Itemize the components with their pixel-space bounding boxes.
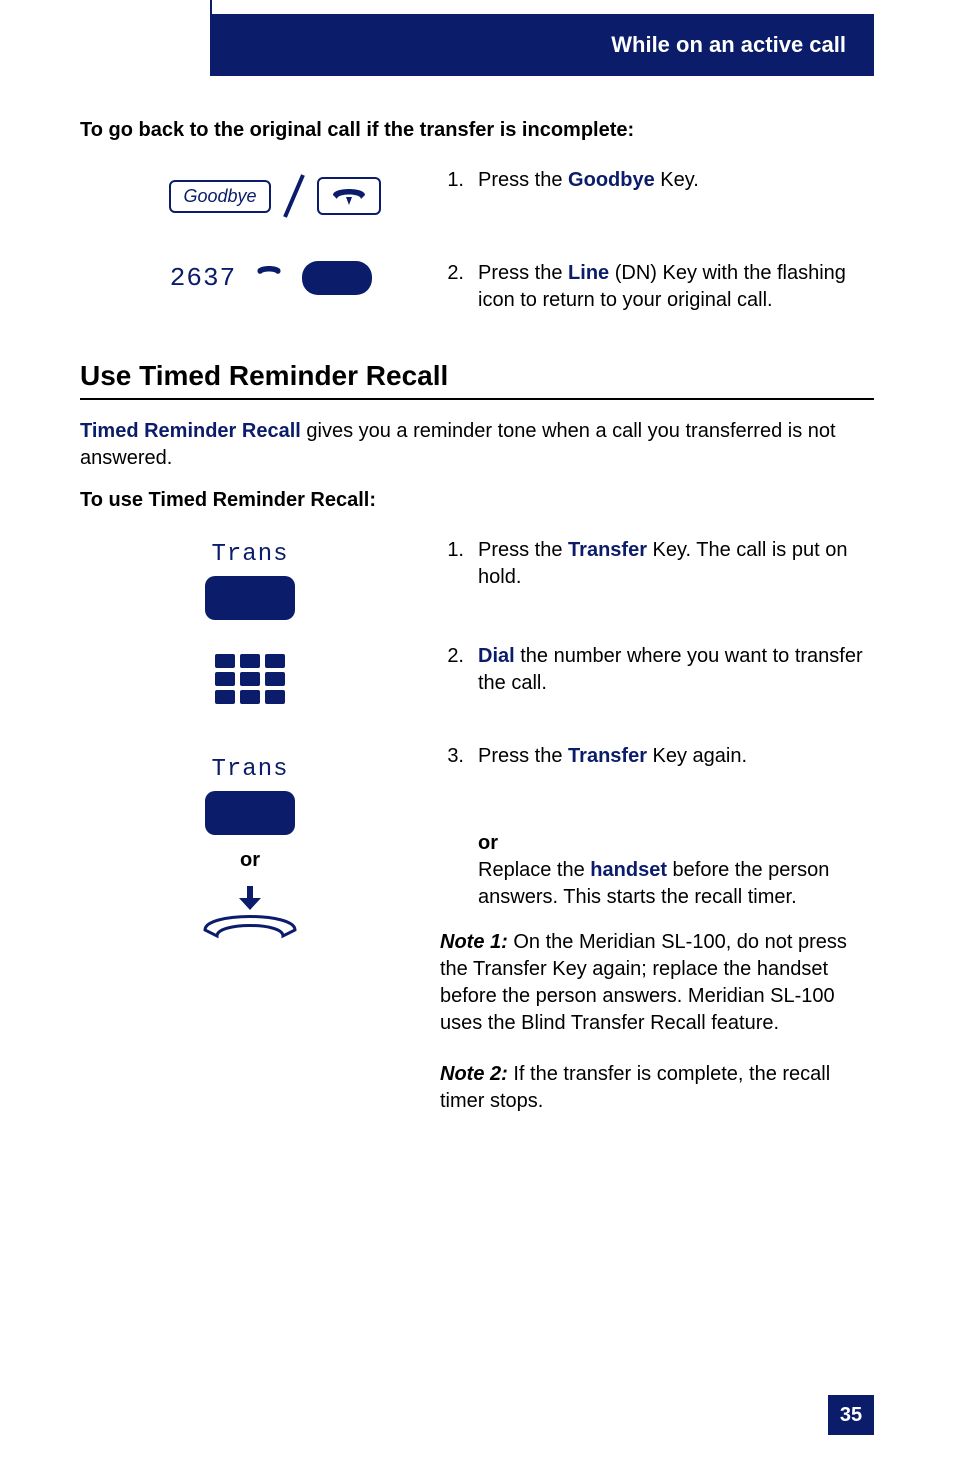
step-1-transfer: 1. Press the Transfer Key. The call is p… [440, 537, 874, 591]
trans-softkey-label-1: Trans [211, 541, 288, 568]
onhook-key-button [317, 177, 381, 215]
step-number: 3. [440, 743, 464, 770]
subsection-heading-goback: To go back to the original call if the t… [80, 118, 874, 143]
goodbye-keyword: Goodbye [568, 169, 655, 191]
step-2-dial: 2. Dial the number where you want to tra… [440, 643, 874, 697]
phone-handset-icon [254, 263, 284, 293]
handset-onhook-icon [329, 183, 369, 209]
keypad-icon [213, 654, 287, 718]
goodbye-key-button: Goodbye [169, 180, 270, 213]
step-number: 2. [440, 260, 464, 314]
step-3-transfer-again: 3. Press the Transfer Key again. [440, 743, 874, 770]
step-text: Press the [478, 262, 568, 284]
transfer-illustration-column: Trans Trans or [80, 537, 420, 942]
line-key-button [302, 261, 372, 295]
intro-paragraph: Timed Reminder Recall gives you a remind… [80, 418, 874, 472]
transfer-keyword: Transfer [568, 745, 647, 767]
section-title-timed-reminder: Use Timed Reminder Recall [80, 360, 874, 400]
step-text: Press the [478, 169, 568, 191]
dn-number: 2637 [170, 263, 236, 293]
slash-icon [281, 171, 307, 221]
handset-hangup-icon [195, 884, 305, 942]
step-text: the number where you want to transfer th… [478, 645, 863, 694]
step-number: 1. [440, 537, 464, 591]
or-label-left: or [240, 849, 260, 872]
page-number: 35 [828, 1395, 874, 1435]
note2-lead: Note 2: [440, 1063, 508, 1085]
or-label-right: or [478, 832, 874, 855]
note-1: Note 1: On the Meridian SL-100, do not p… [440, 929, 874, 1037]
subsection-heading-use: To use Timed Reminder Recall: [80, 488, 874, 513]
line-keyword: Line [568, 262, 609, 284]
step-text: Key again. [647, 745, 747, 767]
note-2: Note 2: If the transfer is complete, the… [440, 1061, 874, 1115]
note1-lead: Note 1: [440, 931, 508, 953]
goodbye-illustration-column: Goodbye 2637 [80, 167, 420, 305]
goodbye-key-row: Goodbye [119, 171, 380, 221]
handset-keyword: handset [590, 859, 667, 881]
transfer-keyword: Transfer [568, 539, 647, 561]
dial-keyword: Dial [478, 645, 515, 667]
trans-softkey-button-1 [205, 576, 295, 620]
or-body-pre: Replace the [478, 859, 590, 881]
trans-softkey-label-2: Trans [211, 756, 288, 783]
step-text: Key. [655, 169, 699, 191]
step-2-line: 2. Press the Line (DN) Key with the flas… [440, 260, 874, 314]
line-key-row: 2637 [128, 261, 372, 295]
step-number: 2. [440, 643, 464, 697]
step-number: 1. [440, 167, 464, 194]
section-header-bar: While on an active call [212, 14, 874, 76]
trans-softkey-button-2 [205, 791, 295, 835]
or-body: Replace the handset before the person an… [478, 857, 874, 911]
intro-lead: Timed Reminder Recall [80, 420, 301, 442]
section-header-text: While on an active call [611, 32, 846, 58]
step-text: Press the [478, 745, 568, 767]
step-text: Press the [478, 539, 568, 561]
step-1-goodbye: 1. Press the Goodbye Key. [440, 167, 874, 194]
